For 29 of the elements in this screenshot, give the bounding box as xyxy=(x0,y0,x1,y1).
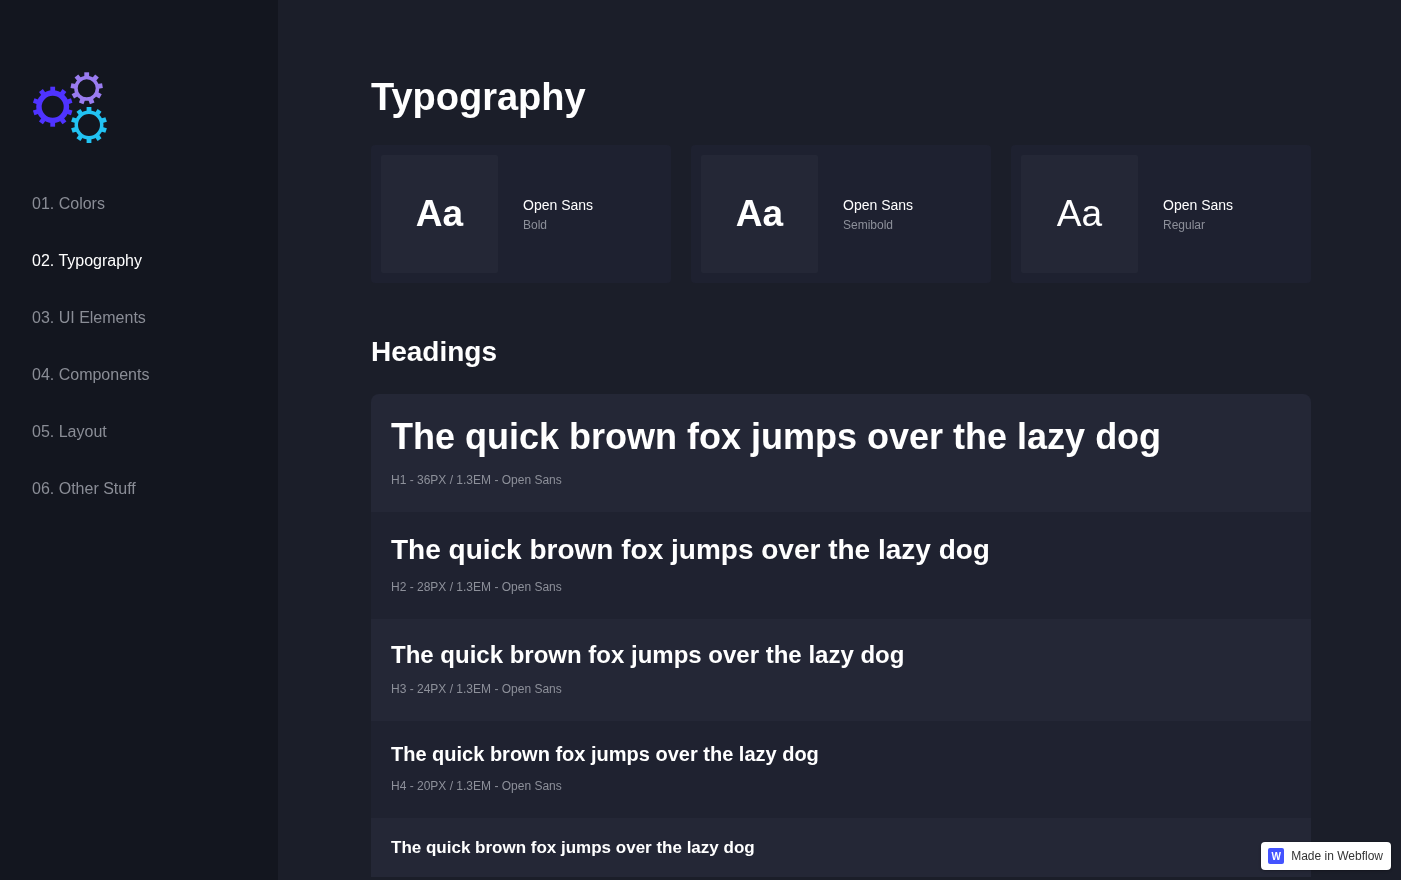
font-sample: Aa xyxy=(381,155,498,273)
sidebar-link[interactable]: 01. Colors xyxy=(32,193,105,215)
font-weight-name: Bold xyxy=(523,216,549,233)
heading-spec: H2 - 28PX / 1.3EM - Open Sans xyxy=(391,579,562,596)
section-title: Headings xyxy=(371,335,499,369)
heading-sample: The quick brown fox jumps over the lazy dog xyxy=(391,742,819,768)
heading-sample: The quick brown fox jumps over the lazy dog xyxy=(391,415,1162,459)
heading-spec: H3 - 24PX / 1.3EM - Open Sans xyxy=(391,681,562,698)
sidebar-link[interactable]: 06. Other Stuff xyxy=(32,478,136,500)
heading-spec: H4 - 20PX / 1.3EM - Open Sans xyxy=(391,778,562,795)
font-family-name: Open Sans xyxy=(843,195,914,214)
font-sample: Aa xyxy=(1021,155,1138,273)
heading-sample: The quick brown fox jumps over the lazy dog xyxy=(391,532,990,567)
sidebar-link[interactable]: 03. UI Elements xyxy=(32,307,146,329)
made-in-badge[interactable]: W Made in Webflow xyxy=(1261,842,1391,870)
font-family-name: Open Sans xyxy=(1163,195,1234,214)
heading-sample: The quick brown fox jumps over the lazy dog xyxy=(391,640,905,671)
logo-mark: W xyxy=(1268,848,1285,864)
gears-logo-icon xyxy=(31,72,109,145)
heading-sample: The quick brown fox jumps over the lazy dog xyxy=(391,837,755,860)
sidebar-link[interactable]: 04. Components xyxy=(32,364,150,386)
page-title: Typography xyxy=(371,75,587,120)
heading-spec: H1 - 36PX / 1.3EM - Open Sans xyxy=(391,471,562,488)
font-sample: Aa xyxy=(701,155,818,273)
font-family-name: Open Sans xyxy=(523,195,594,214)
sidebar-link[interactable]: 02. Typography xyxy=(32,250,142,272)
font-weight-name: Semibold xyxy=(843,216,895,233)
sidebar-link[interactable]: 05. Layout xyxy=(32,421,107,443)
font-weight-name: Regular xyxy=(1163,216,1207,233)
